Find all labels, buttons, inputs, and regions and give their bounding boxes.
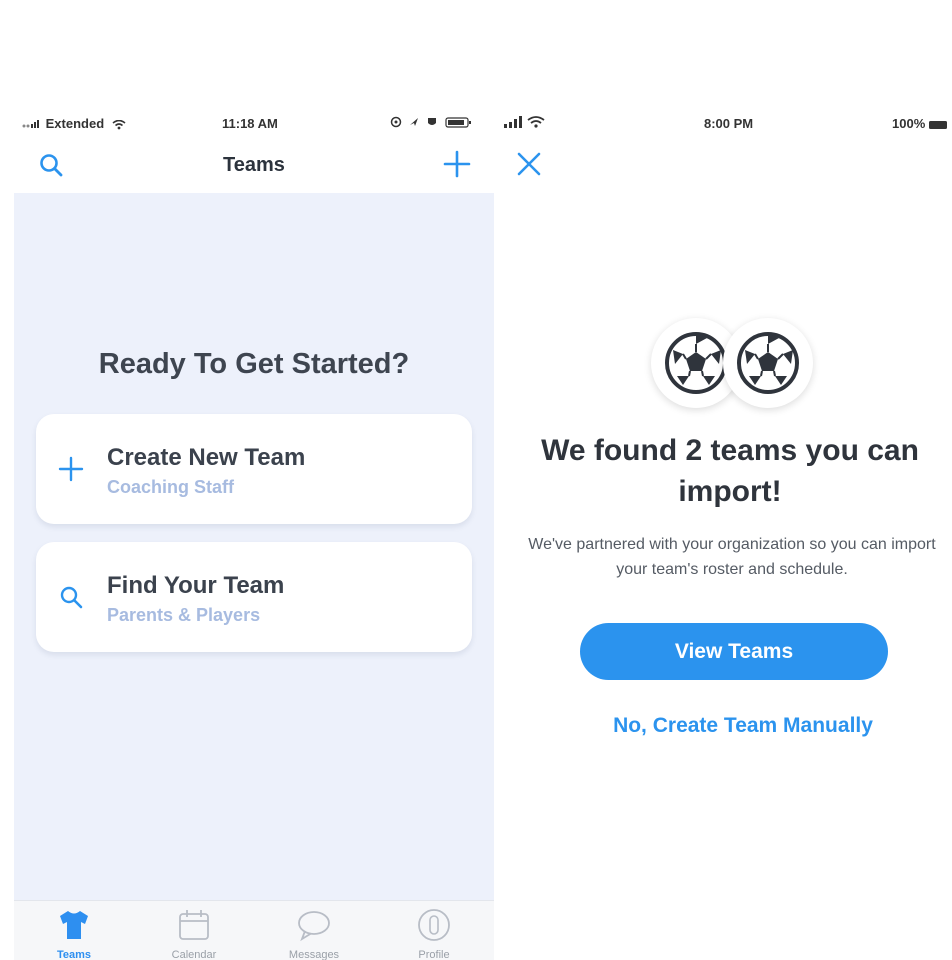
- tab-profile[interactable]: Profile: [384, 907, 484, 960]
- carrier-group: Extended: [22, 116, 126, 131]
- jersey-icon: [60, 911, 88, 939]
- status-icons: [390, 116, 471, 128]
- team-badge: [723, 318, 813, 408]
- card-subtitle: Coaching Staff: [107, 477, 235, 497]
- tab-label: Messages: [288, 949, 340, 960]
- search-icon: [56, 582, 86, 612]
- view-teams-button[interactable]: View Teams: [580, 623, 888, 680]
- wifi-icon: [527, 116, 545, 121]
- signal-icon: [22, 119, 39, 128]
- tab-teams[interactable]: Teams: [24, 907, 124, 960]
- page-title: Teams: [223, 154, 285, 176]
- plus-icon: [56, 454, 86, 484]
- team-badges: [651, 318, 821, 410]
- battery-icon: [928, 120, 947, 129]
- nav-bar: Teams: [14, 142, 494, 192]
- status-time: 8:00 PM: [704, 116, 754, 131]
- soccer-ball-icon: [737, 332, 799, 394]
- calendar-icon: [179, 910, 209, 940]
- tab-messages[interactable]: Messages: [264, 907, 364, 960]
- status-time: 11:18 AM: [222, 116, 278, 131]
- signal-wifi-group: [504, 116, 550, 131]
- get-started-heading: Ready To Get Started?: [98, 348, 410, 380]
- teams-content: Ready To Get Started? Create New Team Co…: [14, 193, 494, 900]
- import-teams-screen: 8:00 PM 100% We found 2 teams you can im…: [494, 0, 952, 960]
- plus-icon[interactable]: [442, 149, 472, 179]
- tab-label: Teams: [56, 949, 92, 960]
- tab-bar: Teams Calendar Messages Profile: [14, 900, 494, 960]
- import-title: We found 2 teams you can import!: [541, 434, 919, 508]
- card-title: Create New Team: [107, 444, 306, 471]
- carrier-label: Extended: [45, 116, 105, 131]
- status-bar: 8:00 PM 100%: [494, 114, 952, 134]
- wifi-icon: [112, 119, 126, 129]
- profile-icon: [418, 909, 450, 941]
- status-bar: Extended 11:18 AM: [14, 114, 494, 134]
- teams-screen: Extended 11:18 AM Teams Ready To Get Sta…: [14, 0, 494, 960]
- tab-calendar[interactable]: Calendar: [144, 907, 244, 960]
- import-description: We've partnered with your organization s…: [528, 536, 936, 578]
- find-your-team-card[interactable]: Find Your Team Parents & Players: [36, 542, 472, 652]
- card-title: Find Your Team: [107, 572, 285, 599]
- soccer-ball-icon: [665, 332, 727, 394]
- create-new-team-card[interactable]: Create New Team Coaching Staff: [36, 414, 472, 524]
- signal-icon: [504, 116, 545, 128]
- status-right-icons: [390, 116, 484, 131]
- location-arrow-icon: [410, 118, 418, 126]
- battery-percent: 100%: [892, 116, 926, 131]
- close-icon[interactable]: [514, 149, 544, 179]
- card-subtitle: Parents & Players: [107, 605, 261, 625]
- alarm-icon: [428, 118, 436, 125]
- create-team-manually-link[interactable]: No, Create Team Manually: [534, 714, 952, 738]
- tab-label: Calendar: [171, 949, 217, 960]
- tab-label: Profile: [418, 949, 450, 960]
- chat-bubble-icon: [298, 911, 330, 942]
- battery-group: 100%: [892, 116, 947, 131]
